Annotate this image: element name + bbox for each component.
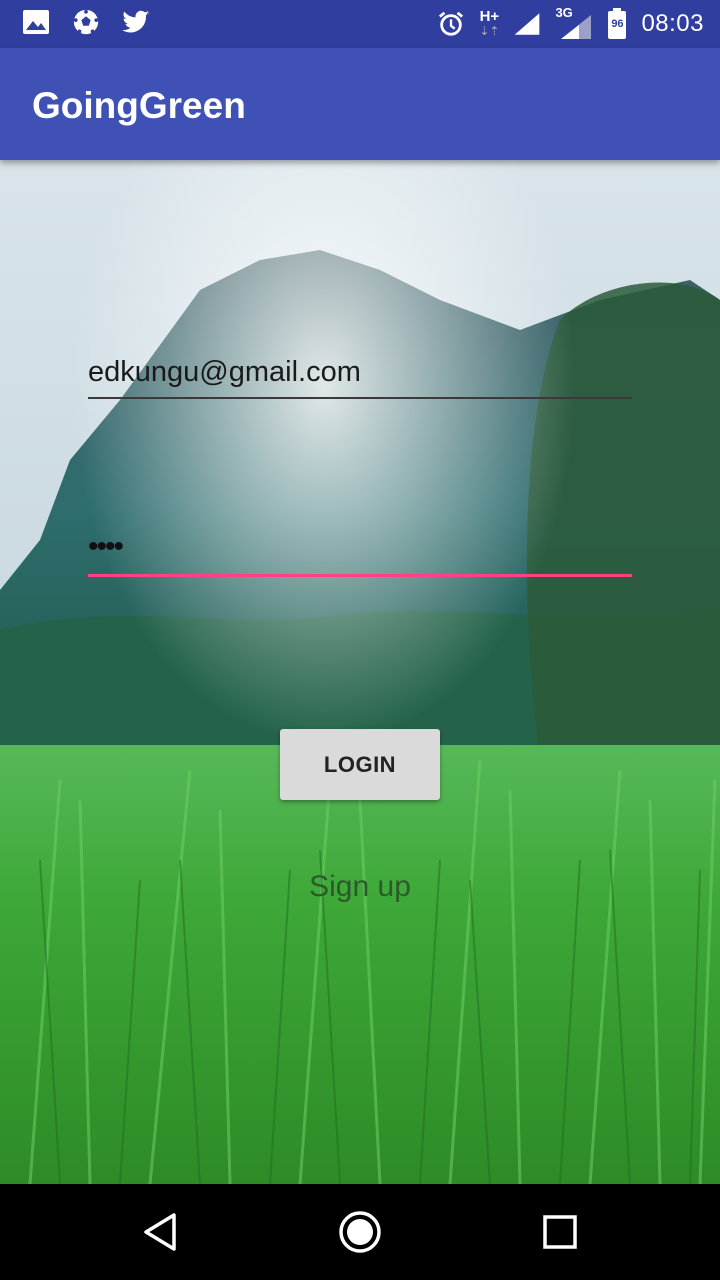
recents-icon[interactable] xyxy=(538,1210,582,1254)
home-icon[interactable] xyxy=(338,1210,382,1254)
email-input-value[interactable]: edkungu@gmail.com xyxy=(88,356,632,389)
navigation-bar xyxy=(0,1184,720,1280)
password-underline xyxy=(88,574,632,577)
email-underline xyxy=(88,397,632,399)
app-bar: GoingGreen xyxy=(0,48,720,160)
password-input-value[interactable]: •••• xyxy=(88,530,632,564)
login-button[interactable]: LOGIN xyxy=(280,729,440,800)
email-field[interactable]: edkungu@gmail.com xyxy=(88,356,632,399)
background-image xyxy=(0,160,720,1184)
app-title: GoingGreen xyxy=(32,85,246,126)
signal-3g-icon: 3G xyxy=(555,5,593,41)
network-type: H+ ⇣⇡ xyxy=(479,8,500,38)
battery-icon: 96 xyxy=(607,8,627,40)
image-icon xyxy=(22,8,50,36)
back-icon[interactable] xyxy=(138,1210,182,1254)
signup-link[interactable]: Sign up xyxy=(0,870,720,904)
login-screen: edkungu@gmail.com •••• LOGIN Sign up xyxy=(0,160,720,1184)
password-field[interactable]: •••• xyxy=(88,530,632,577)
status-bar: H+ ⇣⇡ 3G 96 08:03 xyxy=(0,0,720,48)
twitter-icon xyxy=(122,8,150,36)
alarm-icon xyxy=(437,10,465,38)
soccer-icon xyxy=(72,8,100,36)
clock: 08:03 xyxy=(641,10,704,37)
signal-icon xyxy=(513,10,541,38)
